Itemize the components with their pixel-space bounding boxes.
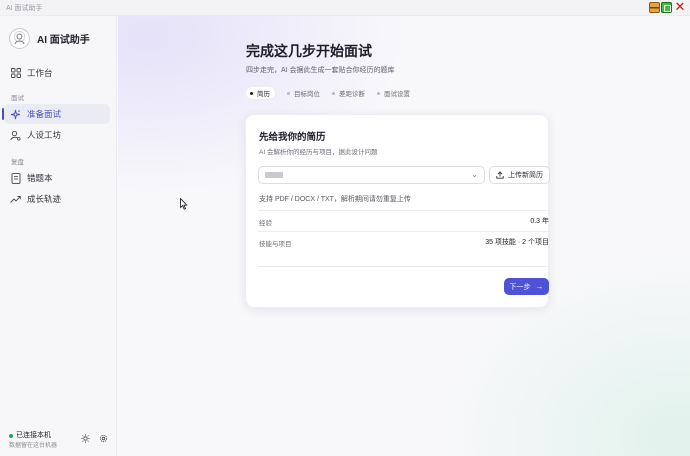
user-gear-icon — [10, 130, 21, 141]
sparkle-icon — [10, 109, 21, 120]
title-bar: AI 面试助手 ✕ — [0, 0, 690, 16]
sidebar-item-label: 工作台 — [27, 68, 53, 78]
arrow-right-icon: → — [535, 282, 544, 291]
status-title: 已连接本机 — [16, 432, 51, 439]
minimize-button[interactable] — [649, 2, 660, 13]
resume-select[interactable]: ⌄ — [258, 166, 485, 184]
brand: AI 面试助手 — [9, 28, 90, 49]
sidebar-item-growth[interactable]: 成长轨迹 — [4, 189, 110, 209]
step-label: 目标岗位 — [294, 91, 320, 98]
info-value: 35 项技能 · 2 个项目 — [485, 239, 549, 246]
status-dot — [9, 434, 13, 438]
grid-icon — [10, 68, 21, 79]
step-dot — [287, 91, 290, 95]
info-row-experience: 经验 0.3 年 — [258, 210, 549, 230]
section-label-interview: 面试 — [11, 95, 24, 102]
close-button[interactable]: ✕ — [674, 0, 686, 13]
info-key: 技能与项目 — [259, 241, 292, 248]
step-gap-diagnosis[interactable]: 差距诊断 — [332, 87, 365, 99]
info-row-skills: 技能与项目 35 项技能 · 2 个项目 — [258, 231, 549, 251]
connection-status: 已连接本机 数据留在这台机器 — [8, 430, 112, 450]
info-key: 经验 — [259, 220, 272, 227]
sidebar-item-label: 错题本 — [27, 173, 53, 183]
card-divider — [258, 266, 549, 267]
chevron-down-icon: ⌄ — [471, 170, 478, 179]
sidebar: AI 面试助手 工作台 面试 准备面试 人设工坊 复盘 错题本 成长轨迹 已连接… — [0, 16, 117, 456]
step-label: 面试设置 — [384, 91, 410, 98]
sidebar-item-label: 人设工坊 — [27, 130, 62, 140]
resume-card: 先给我你的简历 AI 会解析你的经历与项目，据此设计问题 ⌄ 上传新简历 支持 … — [245, 114, 550, 308]
section-label-review: 复盘 — [11, 159, 24, 166]
upload-resume-label: 上传新简历 — [508, 172, 543, 179]
next-step-button[interactable]: 下一步 → — [504, 278, 549, 295]
card-description: AI 会解析你的经历与项目，据此设计问题 — [259, 149, 378, 156]
step-dot — [332, 91, 335, 95]
theme-toggle-button[interactable] — [80, 433, 91, 444]
sidebar-item-label: 准备面试 — [27, 109, 62, 119]
step-label: 差距诊断 — [339, 91, 365, 98]
upload-icon — [496, 171, 504, 179]
sidebar-item-persona[interactable]: 人设工坊 — [4, 125, 110, 145]
page-subtitle: 四步走完，AI 会据此生成一套贴合你经历的题库 — [246, 67, 395, 74]
sidebar-item-mistakes[interactable]: 错题本 — [4, 168, 110, 188]
step-interview-settings[interactable]: 面试设置 — [377, 87, 410, 99]
sidebar-item-label: 成长轨迹 — [27, 194, 62, 204]
window-title: AI 面试助手 — [6, 4, 43, 12]
gear-icon — [99, 434, 108, 443]
step-dot — [250, 91, 253, 95]
step-label: 简历 — [257, 91, 270, 98]
trend-icon — [10, 194, 21, 205]
sidebar-item-prepare[interactable]: 准备面试 — [2, 104, 110, 124]
sidebar-item-workbench[interactable]: 工作台 — [4, 63, 110, 83]
mouse-cursor-icon — [180, 198, 188, 210]
page-title: 完成这几步开始面试 — [246, 43, 372, 59]
main-content: 完成这几步开始面试 四步走完，AI 会据此生成一套贴合你经历的题库 简历 目标岗… — [118, 16, 690, 456]
maximize-button[interactable] — [661, 2, 672, 13]
brand-name: AI 面试助手 — [37, 35, 90, 46]
next-step-label: 下一步 — [509, 283, 531, 291]
app-logo — [9, 28, 30, 49]
info-value: 0.3 年 — [530, 218, 549, 225]
step-target-role[interactable]: 目标岗位 — [287, 87, 320, 99]
step-tabs: 简历 目标岗位 差距诊断 面试设置 — [246, 87, 422, 99]
support-text: 支持 PDF / DOCX / TXT，解析期间请勿重复上传 — [259, 196, 411, 203]
step-dot — [377, 91, 380, 95]
card-title: 先给我你的简历 — [259, 132, 326, 143]
resume-select-value — [265, 172, 283, 178]
status-subtitle: 数据留在这台机器 — [9, 443, 58, 449]
step-resume[interactable]: 简历 — [246, 87, 275, 99]
settings-button[interactable] — [98, 433, 109, 444]
sun-icon — [81, 434, 90, 443]
upload-resume-button[interactable]: 上传新简历 — [489, 166, 550, 184]
notebook-icon — [10, 172, 21, 184]
